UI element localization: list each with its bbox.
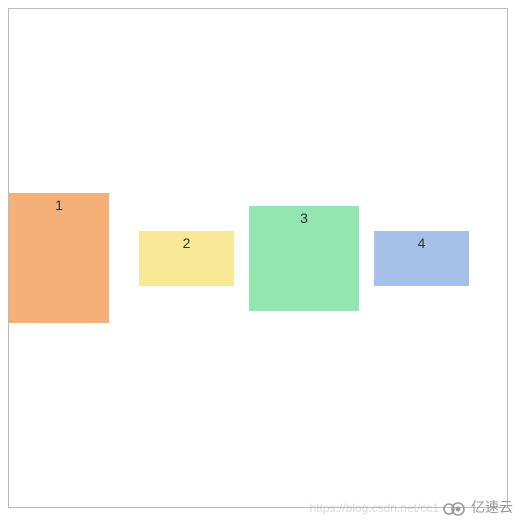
- flex-container: 1 2 3 4: [8, 8, 508, 508]
- box-1: 1: [9, 193, 109, 323]
- watermark-url: https://blog.csdn.net/cc1: [310, 501, 439, 515]
- box-3: 3: [249, 206, 359, 311]
- box-2: 2: [139, 231, 234, 286]
- brand-name: 亿速云: [471, 497, 513, 517]
- brand-logo: 亿速云: [438, 497, 513, 517]
- cloud-icon: [438, 497, 468, 517]
- box-4: 4: [374, 231, 469, 286]
